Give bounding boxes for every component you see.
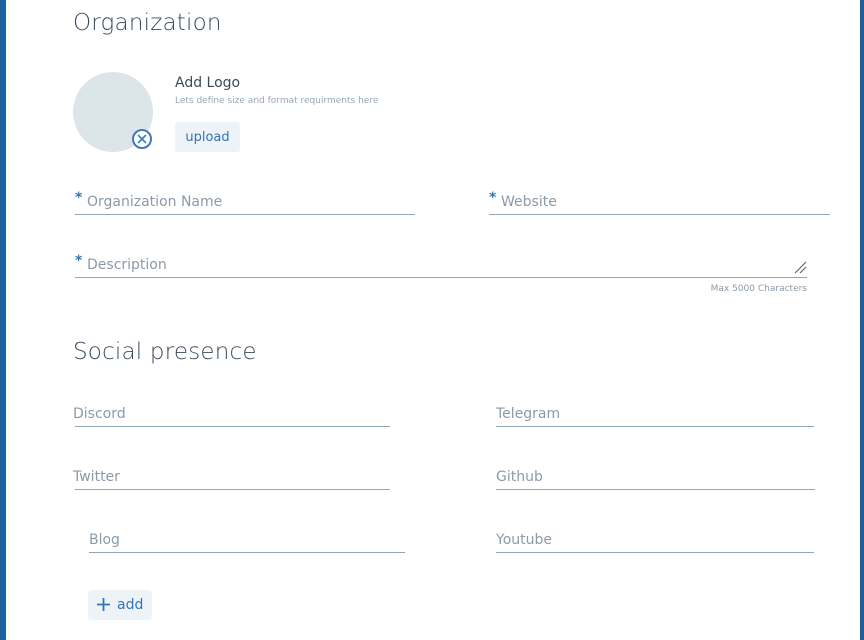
description-field[interactable]: * Description [75,253,807,278]
resize-handle-icon[interactable] [793,260,807,274]
social-section-title: Social presence [73,339,257,365]
organization-section-title: Organization [73,10,222,36]
organization-name-field[interactable]: * Organization Name [75,190,415,215]
twitter-field[interactable]: Twitter [73,467,390,490]
upload-logo-button[interactable]: upload [175,122,240,152]
required-asterisk: * [75,253,83,269]
close-circle-icon [137,134,147,144]
youtube-field[interactable]: Youtube [496,530,814,553]
window-frame-right [860,0,864,640]
website-field[interactable]: * Website [489,190,830,215]
telegram-placeholder: Telegram [496,406,561,422]
blog-placeholder: Blog [89,532,120,548]
discord-placeholder: Discord [73,406,126,422]
blog-field[interactable]: Blog [89,530,405,553]
logo-requirements-hint: Lets define size and format requirments … [175,96,379,106]
telegram-field[interactable]: Telegram [496,404,814,427]
youtube-placeholder: Youtube [496,532,552,548]
window-frame-left [0,0,6,640]
description-placeholder: Description [87,257,167,273]
github-field[interactable]: Github [496,467,815,490]
twitter-placeholder: Twitter [73,469,120,485]
plus-icon [97,598,110,611]
website-placeholder: Website [501,194,557,210]
description-character-limit: Max 5000 Characters [710,284,807,294]
organization-name-placeholder: Organization Name [87,194,223,210]
required-asterisk: * [489,190,497,206]
discord-field[interactable]: Discord [73,404,390,427]
add-logo-heading: Add Logo [175,75,241,91]
remove-logo-button[interactable] [132,129,152,149]
add-button-label: add [117,597,144,613]
github-placeholder: Github [496,469,543,485]
required-asterisk: * [75,190,83,206]
add-social-link-button[interactable]: add [88,590,152,620]
